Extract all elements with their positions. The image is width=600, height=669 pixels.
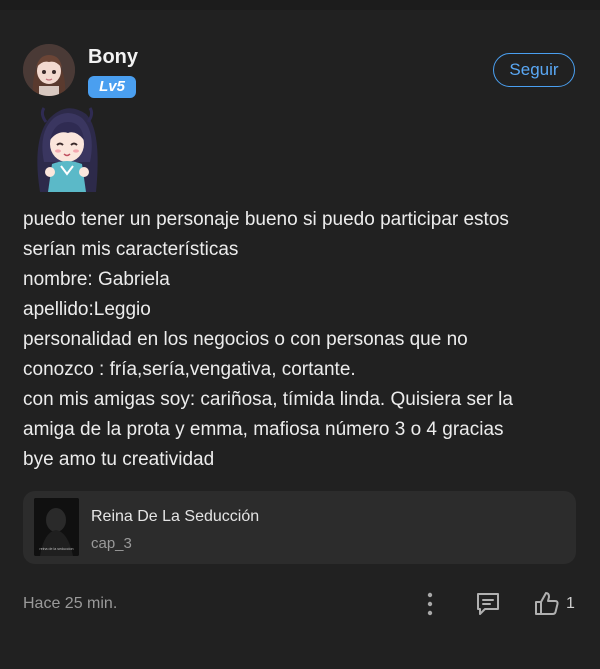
- book-chapter: cap_3: [91, 535, 132, 552]
- comment-line: nombre: Gabriela: [23, 269, 170, 290]
- cover-caption: reina de la seduccion: [40, 547, 74, 551]
- comment-text: puedo tener un personaje bueno si puedo …: [23, 205, 568, 475]
- like-count: 1: [566, 595, 575, 612]
- book-cover: reina de la seduccion: [34, 498, 79, 556]
- comment-line: conozco : fría,sería,vengativa, cortante…: [23, 359, 356, 380]
- comment-line: apellido:Leggio: [23, 299, 151, 320]
- comment-line: amiga de la prota y emma, mafiosa número…: [23, 419, 504, 440]
- comment-line: bye amo tu creatividad: [23, 449, 215, 470]
- reply-icon[interactable]: [474, 590, 502, 618]
- avatar[interactable]: [23, 44, 75, 96]
- more-vertical-icon[interactable]: [420, 591, 440, 617]
- username[interactable]: Bony: [88, 46, 138, 69]
- comment-line: personalidad en los negocios o con perso…: [23, 329, 468, 350]
- book-card[interactable]: reina de la seduccion Reina De La Seducc…: [23, 491, 576, 564]
- top-divider: [0, 0, 600, 10]
- timestamp: Hace 25 min.: [23, 595, 118, 612]
- comment-line: puedo tener un personaje bueno si puedo …: [23, 209, 509, 230]
- book-title[interactable]: Reina De La Seducción: [91, 508, 259, 526]
- comment-line: serían mis características: [23, 239, 239, 260]
- comment-line: con mis amigas soy: cariñosa, tímida lin…: [23, 389, 513, 410]
- thumbs-up-icon[interactable]: [533, 590, 561, 618]
- level-badge: Lv5: [88, 76, 136, 98]
- anime-sticker: [28, 102, 106, 194]
- follow-button[interactable]: Seguir: [493, 53, 575, 87]
